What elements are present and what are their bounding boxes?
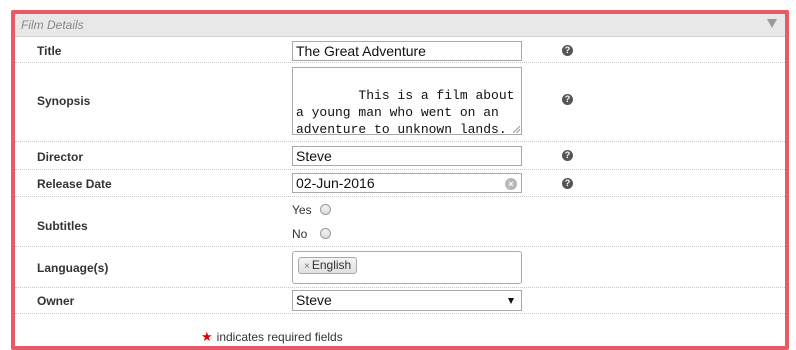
title-input[interactable]: The Great Adventure (292, 41, 522, 61)
title-label: Title (37, 44, 62, 58)
subtitles-yes-label: Yes (292, 203, 312, 217)
row-synopsis: Synopsis This is a film about a young ma… (15, 63, 785, 142)
director-label: Director (37, 150, 84, 164)
film-details-panel: Film Details Title The Great Adventure ?… (11, 10, 789, 350)
owner-label: Owner (37, 294, 75, 308)
owner-selected-value: Steve (296, 292, 332, 308)
row-languages: Language(s) × English (15, 247, 785, 288)
director-help-icon[interactable]: ? (562, 150, 573, 161)
subtitles-yes-radio[interactable] (320, 204, 331, 215)
subtitles-no-radio[interactable] (320, 228, 331, 239)
subtitles-label: Subtitles (37, 219, 88, 233)
row-release-date: Release Date 02-Jun-2016 × ? (15, 170, 785, 197)
synopsis-text: This is a film about a young man who wen… (296, 88, 522, 135)
release-date-label: Release Date (37, 177, 112, 191)
release-date-value: 02-Jun-2016 (296, 175, 375, 191)
required-fields-text: indicates required fields (216, 330, 343, 344)
row-title: Title The Great Adventure ? (15, 37, 785, 63)
synopsis-help-icon[interactable]: ? (562, 94, 573, 105)
panel-title: Film Details (21, 18, 84, 32)
row-subtitles: Subtitles Yes No (15, 197, 785, 247)
languages-multiselect[interactable]: × English (292, 251, 522, 284)
row-owner: Owner Steve (15, 288, 785, 314)
release-date-input[interactable]: 02-Jun-2016 × (292, 173, 522, 193)
language-tag-label: English (311, 258, 352, 272)
languages-label: Language(s) (37, 261, 109, 275)
form-rows: Title The Great Adventure ? Synopsis Thi… (15, 37, 785, 314)
director-input[interactable]: Steve (292, 146, 522, 166)
synopsis-label: Synopsis (37, 94, 91, 108)
owner-select[interactable]: Steve (292, 290, 522, 311)
required-star-icon: ★ (201, 329, 213, 344)
synopsis-textarea[interactable]: This is a film about a young man who wen… (292, 67, 522, 135)
language-tag: × English (298, 257, 358, 274)
resize-grip-icon[interactable] (513, 126, 520, 133)
caret-down-icon (508, 298, 514, 304)
release-date-help-icon[interactable]: ? (562, 178, 573, 189)
required-fields-note: ★ indicates required fields (201, 329, 343, 345)
subtitles-no-label: No (292, 227, 308, 241)
panel-header[interactable]: Film Details (15, 14, 785, 37)
tag-remove-icon[interactable]: × (304, 261, 310, 272)
clear-date-icon[interactable]: × (505, 178, 517, 190)
row-director: Director Steve ? (15, 142, 785, 170)
title-help-icon[interactable]: ? (562, 45, 573, 56)
collapse-triangle-icon[interactable] (767, 19, 777, 28)
